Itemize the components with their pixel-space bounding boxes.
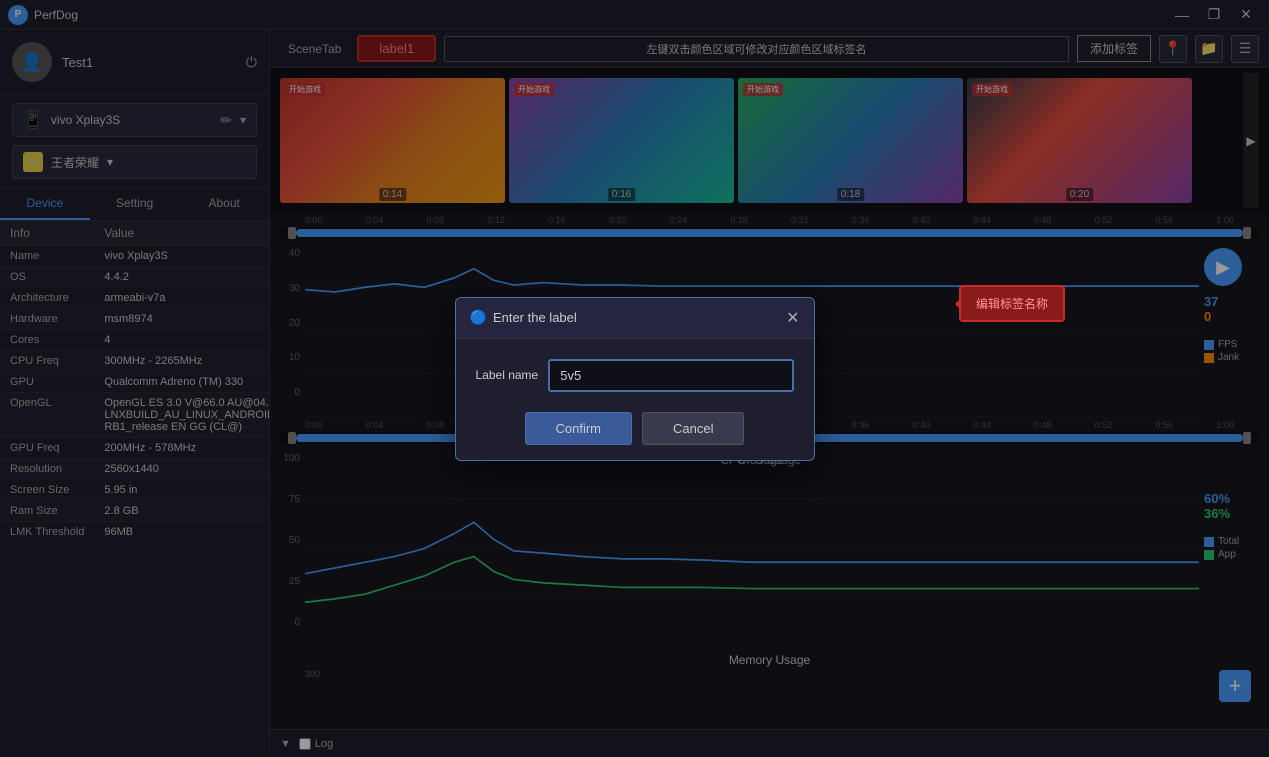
form-row: Label name	[476, 359, 794, 392]
modal-header: 🔵 Enter the label ✕	[456, 298, 814, 339]
modal-close-button[interactable]: ✕	[786, 308, 799, 328]
modal-dialog: 🔵 Enter the label ✕ Label name Confirm C…	[455, 297, 815, 461]
modal-buttons: Confirm Cancel	[476, 412, 794, 445]
modal-title-icon: 🔵	[470, 309, 487, 326]
modal-overlay: 编辑标签名称 🔵 Enter the label ✕ Label name Co…	[0, 0, 1269, 757]
callout-hint: 编辑标签名称	[959, 285, 1065, 322]
modal-title-text: Enter the label	[493, 310, 577, 325]
cancel-button[interactable]: Cancel	[642, 412, 744, 445]
label-name-input[interactable]	[548, 359, 793, 392]
label-name-label: Label name	[476, 368, 539, 382]
modal-title: 🔵 Enter the label	[470, 309, 577, 326]
modal-body: Label name Confirm Cancel	[456, 339, 814, 460]
confirm-button[interactable]: Confirm	[525, 412, 633, 445]
